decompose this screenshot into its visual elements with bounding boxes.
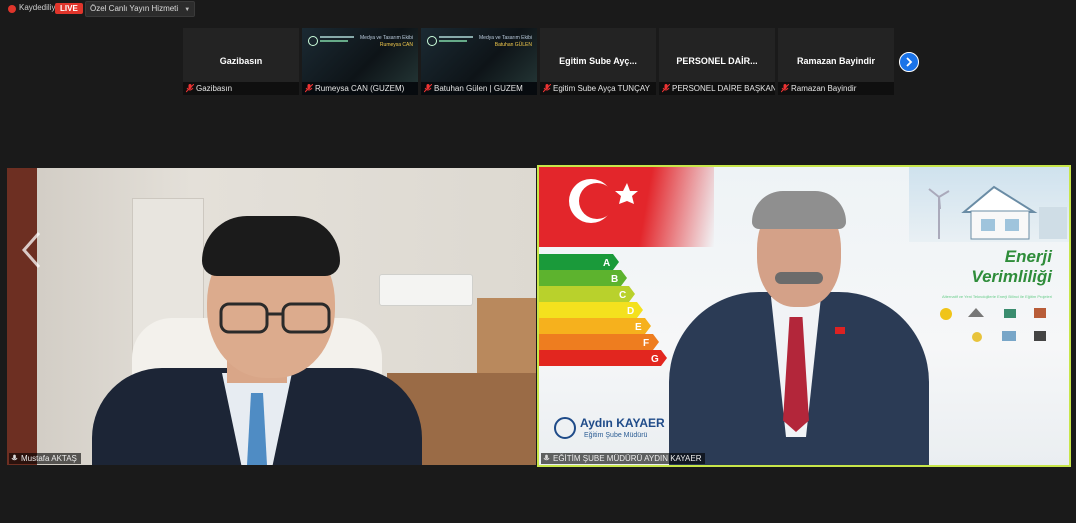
presenter-hair <box>752 191 846 229</box>
participant-tile[interactable]: Medya ve Tasarım Ekibi Batuhan GÜLEN Bat… <box>421 28 537 95</box>
mic-muted-icon <box>186 84 194 93</box>
participant-tile[interactable]: PERSONEL DAİR... PERSONEL DAİRE BAŞKANI <box>659 28 775 95</box>
energy-class-bar <box>539 334 659 350</box>
lightbulb-icon <box>940 308 952 320</box>
participant-tile[interactable]: Ramazan Bayindir Ramazan Bayindir <box>778 28 894 95</box>
energy-class-bar <box>539 350 667 366</box>
next-page-button[interactable] <box>899 52 919 72</box>
participant-tile[interactable]: Medya ve Tasarım Ekibi Rumeysa CAN Rumey… <box>302 28 418 95</box>
glasses-icon <box>219 302 331 334</box>
video-tile-left[interactable]: Mustafa AKTAŞ <box>7 168 536 465</box>
live-badge[interactable]: LIVE <box>55 3 83 14</box>
stream-service-dropdown[interactable]: Özel Canlı Yayın Hizmeti ▼ <box>85 1 196 17</box>
slide-text-line <box>320 40 348 42</box>
presenter-mustache <box>775 272 823 284</box>
chevron-right-icon <box>906 57 913 67</box>
slide-member-name: Rumeysa CAN <box>379 42 413 48</box>
participant-caption-text: Rumeysa CAN (GUZEM) <box>315 84 405 93</box>
participant-tile[interactable]: Egitim Sube Ayç... Egitim Sube Ayça TUNÇ… <box>540 28 656 95</box>
energy-class-label: F <box>643 338 649 349</box>
mic-icon <box>11 454 18 461</box>
insulation-icon <box>1034 308 1046 318</box>
mic-icon <box>543 454 550 461</box>
ministry-logo-icon <box>554 417 576 439</box>
video-tile-active-speaker[interactable]: A B C D E F G Enerji Verimliliği Alterna… <box>537 165 1071 467</box>
energy-subtitle: Alternatif ve Yeni Teknolojilerle Enerji… <box>942 294 1052 299</box>
participant-caption: Rumeysa CAN (GUZEM) <box>302 82 418 95</box>
energy-class-label: D <box>627 306 634 317</box>
logo-icon <box>427 36 437 46</box>
slide-text-line <box>439 40 467 42</box>
slide-team-title: Medya ve Tasarım Ekibi <box>360 35 413 41</box>
participant-tile-name: PERSONEL DAİR... <box>676 56 758 66</box>
stream-service-label: Özel Canlı Yayın Hizmeti <box>90 4 179 13</box>
participant-caption-text: PERSONEL DAİRE BAŞKANI <box>672 84 775 93</box>
participant-caption-text: Mustafa AKTAŞ <box>21 454 77 463</box>
chevron-down-icon: ▼ <box>184 7 191 13</box>
participant-caption-text: Gazibasın <box>196 84 233 93</box>
energy-class-label: A <box>603 258 610 269</box>
mic-muted-icon <box>424 84 432 93</box>
window-icon <box>1002 331 1016 341</box>
energy-class-label: B <box>611 274 618 285</box>
slide-team-title: Medya ve Tasarım Ekibi <box>479 35 532 41</box>
participant-caption: Ramazan Bayindir <box>778 82 894 95</box>
participant-hair <box>202 216 340 276</box>
energy-class-label: G <box>651 354 659 365</box>
participant-caption: PERSONEL DAİRE BAŞKANI <box>659 82 775 95</box>
previous-page-arrow[interactable] <box>19 230 45 270</box>
participant-caption: Gazibasın <box>183 82 299 95</box>
mic-muted-icon <box>662 84 670 93</box>
energy-icons-group <box>940 308 1046 342</box>
air-conditioner <box>379 274 473 306</box>
logo-icon <box>308 36 318 46</box>
energy-title-line: Verimliliği <box>971 267 1052 286</box>
participant-caption-text: EĞİTİM ŞUBE MÜDÜRÜ AYDIN KAYAER <box>553 454 702 463</box>
recording-icon <box>8 5 16 13</box>
participant-tile-name: Egitim Sube Ayç... <box>559 56 637 66</box>
mic-muted-icon <box>781 84 789 93</box>
mic-muted-icon <box>305 84 313 93</box>
energy-class-label: E <box>635 322 642 333</box>
participant-caption-text: Egitim Sube Ayça TUNÇAY <box>553 84 650 93</box>
crescent-star-icon <box>569 179 638 223</box>
participant-caption: EĞİTİM ŞUBE MÜDÜRÜ AYDIN KAYAER <box>541 453 706 464</box>
turkish-flag <box>539 167 714 247</box>
flag-pin-icon <box>835 327 845 334</box>
house-icon <box>928 185 1067 240</box>
slide-text-line <box>439 36 473 38</box>
participant-caption-text: Batuhan Gülen | GUZEM <box>434 84 523 93</box>
presenter-name: Aydın KAYAER <box>580 416 665 430</box>
top-status-bar: Kaydediliyor LIVE Özel Canlı Yayın Hizme… <box>0 0 1076 18</box>
energy-rating-chart: A B C D E F G <box>539 254 667 366</box>
participant-tile-name: Ramazan Bayindir <box>796 56 876 66</box>
energy-efficiency-title: Enerji Verimliliği <box>932 247 1052 287</box>
meter-icon <box>1034 331 1046 341</box>
energy-class-label: C <box>619 290 626 301</box>
energy-title-line: Enerji <box>1004 247 1052 266</box>
eco-house-illustration <box>909 167 1069 242</box>
slide-text-line <box>320 36 354 38</box>
house-icon <box>968 308 984 317</box>
participant-caption-text: Ramazan Bayindir <box>791 84 857 93</box>
participant-tile-name: Gazibasın <box>219 56 263 66</box>
participant-caption: Batuhan Gülen | GUZEM <box>421 82 537 95</box>
solar-panel-icon <box>1004 309 1016 318</box>
presenter-role: Eğitim Şube Müdürü <box>584 432 648 439</box>
sun-icon <box>972 332 982 342</box>
mic-muted-icon <box>543 84 551 93</box>
participant-caption: Egitim Sube Ayça TUNÇAY <box>540 82 656 95</box>
slide-member-name: Batuhan GÜLEN <box>494 42 532 48</box>
participant-caption: Mustafa AKTAŞ <box>9 453 81 464</box>
participant-tile[interactable]: Gazibasın Gazibasın <box>183 28 299 95</box>
office-cabinet <box>477 298 536 378</box>
office-door <box>7 168 37 465</box>
